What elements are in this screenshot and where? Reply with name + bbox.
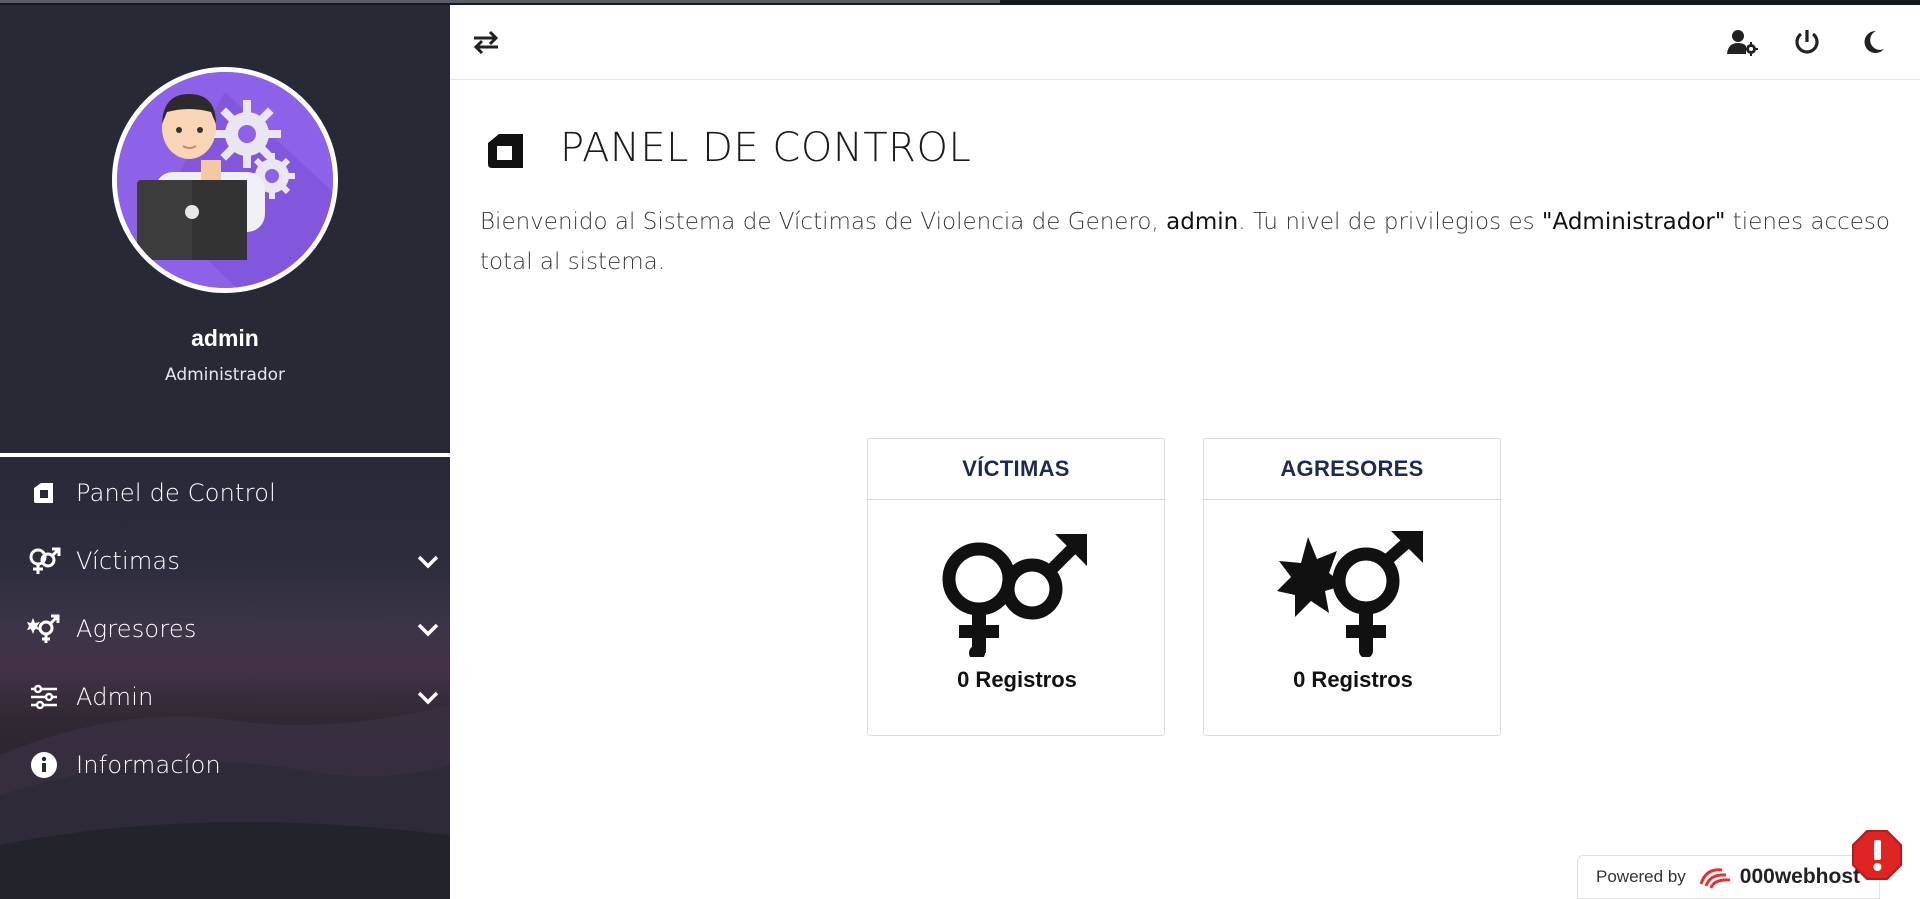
logout-button[interactable] (1787, 22, 1827, 62)
user-role: Administrador (164, 365, 285, 385)
top-bar (450, 5, 1920, 80)
sidebar-item-admin[interactable]: Admin (0, 669, 450, 725)
powered-by-label: Powered by (1596, 867, 1686, 886)
card-title: VÍCTIMAS (868, 439, 1164, 500)
sidebar-item-informacion[interactable]: Informacíon (0, 737, 450, 793)
explosion-gender-symbol-icon (1204, 529, 1502, 659)
sidebar-toggle-button[interactable] (466, 22, 506, 62)
info-circle-icon (24, 745, 64, 785)
main-content: PANEL DE CONTROL Bienvenido al Sistema d… (450, 5, 1920, 899)
moon-icon (1864, 30, 1884, 53)
sidebar-item-agresores[interactable]: Agresores (0, 601, 450, 657)
card-title: AGRESORES (1204, 439, 1500, 500)
welcome-role: "Administrador" (1541, 209, 1726, 235)
brand-name: 000webhost (1739, 865, 1860, 888)
powered-by-badge[interactable]: Powered by 000webhost (1577, 855, 1880, 899)
victims-card[interactable]: VÍCTIMAS 0 Registros (867, 438, 1165, 736)
chevron-down-icon[interactable] (414, 683, 442, 711)
sidebar-divider (0, 453, 450, 457)
progress-strip (0, 0, 1000, 3)
avatar-illustration (117, 72, 333, 288)
female-male-symbols-icon (868, 529, 1166, 659)
dashboard-icon (24, 473, 64, 513)
chevron-down-icon[interactable] (414, 615, 442, 643)
dashboard-title-icon (488, 134, 523, 168)
sidebar-item-victimas[interactable]: Víctimas (0, 533, 450, 589)
alert-button[interactable] (1851, 829, 1903, 881)
user-settings-button[interactable] (1722, 22, 1762, 62)
swap-arrows-icon (473, 30, 499, 54)
sidebar-item-label: Informacíon (76, 751, 221, 779)
welcome-message: Bienvenido al Sistema de Víctimas de Vio… (480, 202, 1890, 282)
sidebar-item-label: Admin (76, 683, 154, 711)
user-gear-icon (1727, 30, 1758, 56)
sliders-icon (24, 677, 64, 717)
exclamation-octagon-icon (1852, 830, 1902, 880)
user-name: admin (191, 325, 259, 351)
power-icon (1795, 30, 1819, 54)
welcome-text: . Tu nivel de privilegios es (1238, 209, 1542, 235)
sidebar-item-panel-de-control[interactable]: Panel de Control (0, 465, 450, 521)
sidebar: admin Administrador Panel de Control Víc… (0, 5, 450, 899)
card-count: 0 Registros (1293, 667, 1413, 692)
aggressors-card[interactable]: AGRESORES 0 Registros (1203, 438, 1501, 736)
welcome-text: Bienvenido al Sistema de Víctimas de Vio… (480, 209, 1167, 235)
page-title: PANEL DE CONTROL (560, 125, 972, 171)
sidebar-item-label: Panel de Control (76, 479, 276, 507)
aggressor-symbol-icon (24, 609, 64, 649)
sidebar-item-label: Víctimas (76, 547, 181, 575)
sidebar-item-label: Agresores (76, 615, 197, 643)
user-avatar (112, 67, 338, 293)
chevron-down-icon[interactable] (414, 547, 442, 575)
webhost-logo-icon (1698, 864, 1734, 890)
profile-panel: admin Administrador (0, 5, 450, 453)
welcome-user: admin (1166, 209, 1239, 235)
gender-symbols-icon (24, 541, 64, 581)
card-count: 0 Registros (957, 667, 1077, 692)
theme-toggle-button[interactable] (1853, 22, 1893, 62)
